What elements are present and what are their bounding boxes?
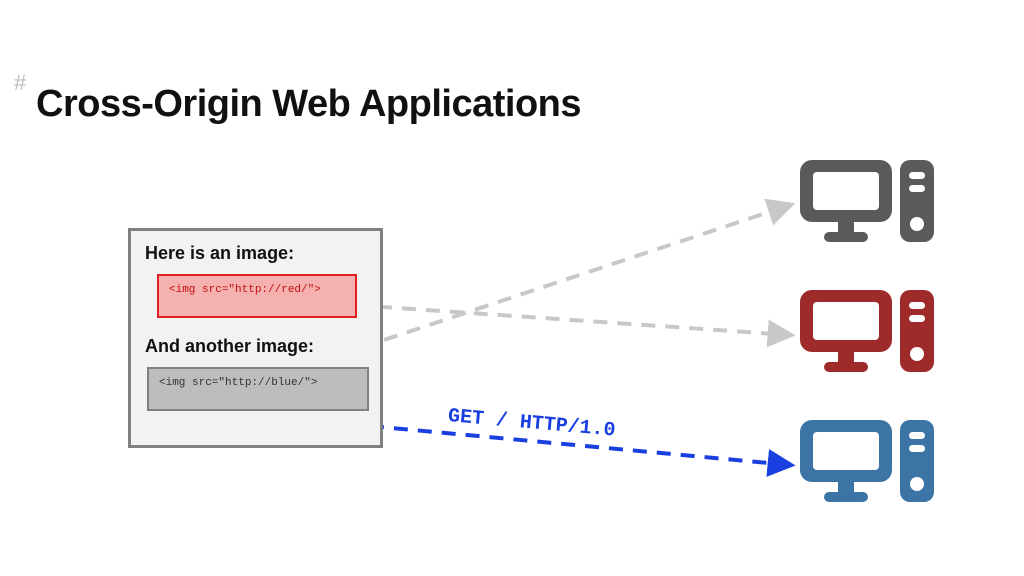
img-tag-red: <img src="http://red/"> [157, 274, 357, 318]
blue-server-icon [800, 420, 935, 510]
webpage-box: Here is an image: <img src="http://red/"… [128, 228, 383, 448]
red-server-icon [800, 290, 935, 380]
slide: # Cross-Origin Web Applications Here is … [0, 0, 1024, 576]
arrow-to-red-server [354, 305, 790, 335]
grey-server-icon [800, 160, 935, 250]
heading-1: Here is an image: [145, 243, 368, 264]
arrow-to-grey-server [384, 205, 790, 340]
heading-2: And another image: [145, 336, 368, 357]
img-tag-blue: <img src="http://blue/"> [147, 367, 369, 411]
